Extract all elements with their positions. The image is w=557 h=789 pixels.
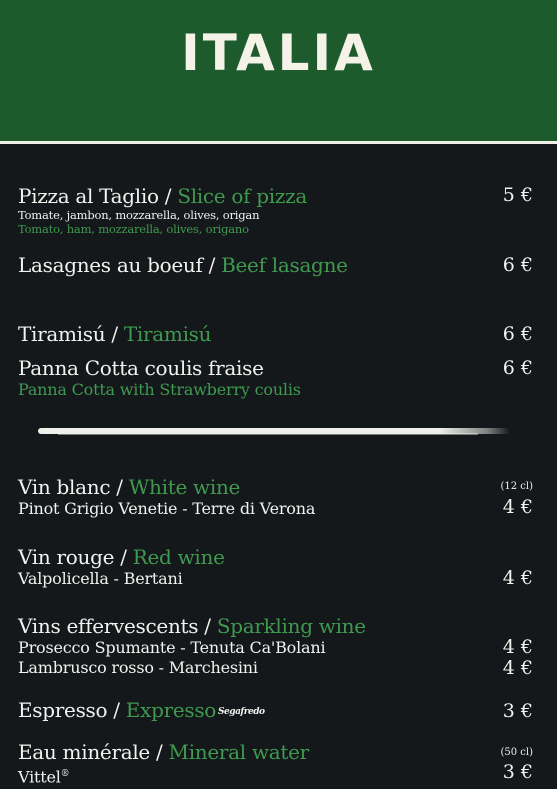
item-volume: (50 cl) (500, 747, 533, 758)
item-price: 3 € (502, 761, 533, 783)
item-price: 6 € (502, 254, 533, 276)
item-price: 4 € (502, 636, 533, 658)
item-detail: Valpolicella - Bertani (18, 569, 183, 588)
item-detail: Pinot Grigio Venetie - Terre di Verona (18, 499, 316, 518)
item-price: 6 € (502, 323, 533, 345)
segafredo-logo: Segafredo (218, 706, 265, 717)
menu-item-red-wine: Vin rouge / Red wine Valpolicella - Bert… (18, 545, 533, 589)
menu-item-panna-cotta: Panna Cotta coulis fraise Panna Cotta wi… (18, 356, 533, 400)
item-price: 4 € (502, 496, 533, 518)
item-title: Eau minérale / Mineral water (18, 740, 309, 764)
item-title: Espresso / Expresso Segafredo (18, 698, 265, 722)
item-detail: Prosecco Spumante - Tenuta Ca'Bolani (18, 638, 326, 657)
menu-title: ITALIA (181, 24, 376, 82)
menu-item-espresso: Espresso / Expresso Segafredo 3 € (18, 698, 533, 724)
item-description-en: Panna Cotta with Strawberry coulis (18, 380, 301, 399)
item-title: Lasagnes au boeuf / Beef lasagne (18, 253, 348, 277)
menu-item-mineral-water: Eau minérale / Mineral water Vittel® (50… (18, 740, 533, 787)
item-description-en: Tomato, ham, mozzarella, olives, origano (18, 222, 249, 236)
item-title: Vin rouge / Red wine (18, 545, 225, 569)
item-description-fr: Tomate, jambon, mozzarella, olives, orig… (18, 208, 260, 222)
menu-item-lasagne: Lasagnes au boeuf / Beef lasagne 6 € (18, 253, 533, 277)
menu-header: ITALIA (0, 0, 557, 144)
item-price-2: 4 € (502, 657, 533, 679)
menu-item-white-wine: Vin blanc / White wine Pinot Grigio Vene… (18, 475, 533, 519)
item-volume: (12 cl) (500, 481, 533, 492)
menu-item-pizza: Pizza al Taglio / Slice of pizza Tomate,… (18, 184, 533, 236)
item-detail: Vittel® (18, 767, 70, 787)
item-price: 6 € (502, 357, 533, 379)
item-title: Panna Cotta coulis fraise (18, 356, 264, 380)
divider-brushstroke (38, 428, 510, 435)
item-price: 5 € (502, 184, 533, 206)
item-title: Vin blanc / White wine (18, 475, 241, 499)
item-title: Vins effervescents / Sparkling wine (18, 614, 366, 638)
registered-mark: ® (60, 769, 70, 779)
menu-item-tiramisu: Tiramisú / Tiramisú 6 € (18, 322, 533, 346)
item-price: 3 € (502, 700, 533, 722)
item-detail-2: Lambrusco rosso - Marchesini (18, 658, 258, 677)
item-title: Pizza al Taglio / Slice of pizza (18, 184, 307, 208)
item-price: 4 € (502, 567, 533, 589)
item-title: Tiramisú / Tiramisú (18, 322, 212, 346)
menu-item-sparkling-wine: Vins effervescents / Sparkling wine Pros… (18, 614, 533, 679)
